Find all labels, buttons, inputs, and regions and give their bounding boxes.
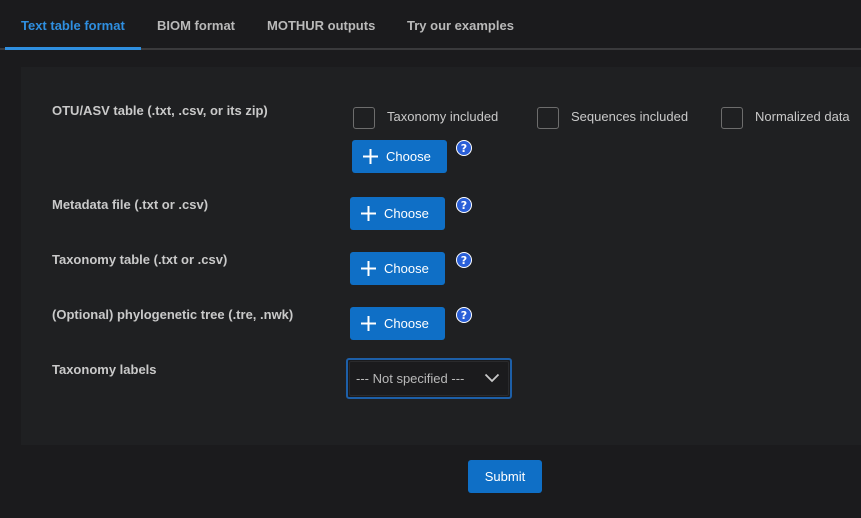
normalized-data-label[interactable]: Normalized data: [755, 109, 850, 124]
select-value: --- Not specified ---: [356, 371, 465, 386]
svg-text:?: ?: [461, 142, 467, 155]
choose-taxonomy-file-button[interactable]: Choose: [350, 252, 445, 285]
normalized-data-checkbox[interactable]: [721, 107, 743, 129]
taxonomy-table-label: Taxonomy table (.txt or .csv): [52, 252, 228, 267]
tab-biom-format[interactable]: BIOM format: [157, 0, 235, 50]
submit-button[interactable]: Submit: [468, 460, 542, 493]
help-icon[interactable]: ?: [456, 252, 472, 268]
plus-icon: [361, 206, 376, 221]
sequences-included-label[interactable]: Sequences included: [571, 109, 688, 124]
tab-mothur-outputs[interactable]: MOTHUR outputs: [267, 0, 375, 50]
taxonomy-labels-label: Taxonomy labels: [52, 362, 157, 377]
taxonomy-labels-select[interactable]: --- Not specified ---: [346, 358, 512, 399]
tab-try-examples[interactable]: Try our examples: [407, 0, 514, 50]
tab-bar: Text table format BIOM format MOTHUR out…: [0, 0, 861, 50]
sequences-included-checkbox[interactable]: [537, 107, 559, 129]
chevron-down-icon: [484, 373, 500, 383]
plus-icon: [361, 261, 376, 276]
help-icon[interactable]: ?: [456, 140, 472, 156]
tab-text-table-format[interactable]: Text table format: [21, 0, 125, 50]
active-tab-indicator: [5, 47, 141, 50]
choose-button-label: Choose: [384, 316, 429, 331]
svg-text:?: ?: [461, 199, 467, 212]
plus-icon: [363, 149, 378, 164]
help-icon[interactable]: ?: [456, 197, 472, 213]
taxonomy-included-checkbox[interactable]: [353, 107, 375, 129]
metadata-file-label: Metadata file (.txt or .csv): [52, 197, 209, 212]
otu-table-label: OTU/ASV table (.txt, .csv, or its zip): [52, 103, 268, 118]
choose-metadata-file-button[interactable]: Choose: [350, 197, 445, 230]
svg-text:?: ?: [461, 309, 467, 322]
choose-otu-file-button[interactable]: Choose: [352, 140, 447, 173]
choose-tree-file-button[interactable]: Choose: [350, 307, 445, 340]
phylogenetic-tree-label: (Optional) phylogenetic tree (.tre, .nwk…: [52, 307, 294, 322]
choose-button-label: Choose: [386, 149, 431, 164]
help-icon[interactable]: ?: [456, 307, 472, 323]
plus-icon: [361, 316, 376, 331]
taxonomy-included-label[interactable]: Taxonomy included: [387, 109, 498, 124]
choose-button-label: Choose: [384, 206, 429, 221]
svg-text:?: ?: [461, 254, 467, 267]
choose-button-label: Choose: [384, 261, 429, 276]
